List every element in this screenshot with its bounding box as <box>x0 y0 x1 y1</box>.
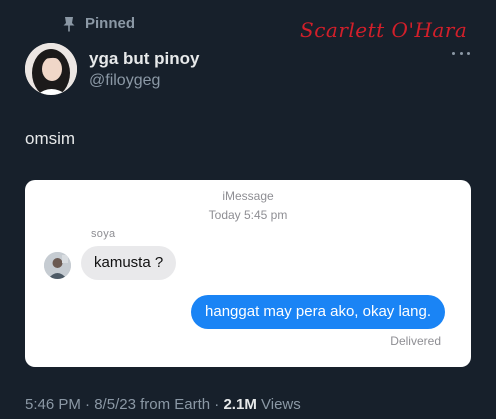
author-display-name[interactable]: yga but pinoy <box>89 49 200 69</box>
views-count[interactable]: 2.1M <box>223 396 256 413</box>
avatar-image <box>25 43 77 95</box>
tweet-time[interactable]: 5:46 PM <box>25 396 81 413</box>
imessage-service-label: iMessage <box>222 189 274 203</box>
views-label: Views <box>261 396 301 413</box>
more-options-icon[interactable] <box>452 52 470 58</box>
more-dot <box>459 52 463 55</box>
pinned-indicator: Pinned <box>62 15 135 32</box>
meta-separator: · <box>85 396 91 413</box>
tweet-text: omsim <box>25 129 76 148</box>
more-dot <box>467 52 470 55</box>
pinned-label: Pinned <box>85 15 136 32</box>
sender-name: soya <box>91 228 116 240</box>
tweet-date[interactable]: 8/5/23 from Earth <box>94 396 210 413</box>
incoming-message-bubble: kamusta ? <box>81 246 177 280</box>
sender-avatar <box>44 252 71 279</box>
author-handle[interactable]: @filoygeg <box>89 72 160 90</box>
pin-icon <box>63 16 75 31</box>
imessage-timestamp: Today 5:45 pm <box>208 208 288 222</box>
avatar[interactable] <box>25 43 77 95</box>
imessage-screenshot-card[interactable]: iMessage Today 5:45 pm soya kamusta ? ha… <box>25 180 471 367</box>
more-dot <box>452 52 455 55</box>
sender-avatar-image <box>44 252 71 279</box>
outgoing-message-bubble: hanggat may pera ako, okay lang. <box>191 295 445 329</box>
delivered-status: Delivered <box>390 334 441 348</box>
tweet-meta: 5:46 PM · 8/5/23 from Earth · 2.1M Views <box>25 396 301 413</box>
watermark-text: Scarlett O'Hara <box>300 18 468 42</box>
meta-separator: · <box>214 396 220 413</box>
